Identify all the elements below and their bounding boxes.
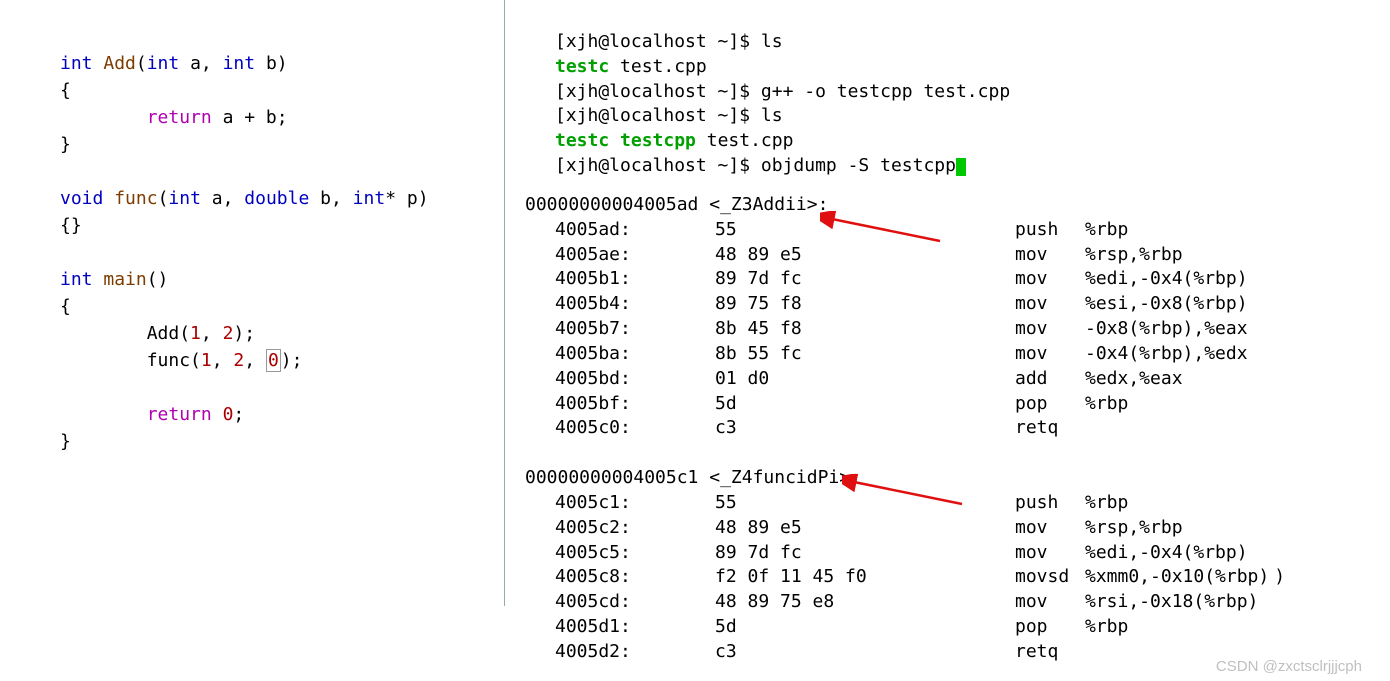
asm-row: 4005ad:55push%rbp — [525, 218, 1390, 243]
code-line — [60, 239, 504, 266]
code-line: } — [60, 428, 504, 455]
terminal-line: [xjh@localhost ~]$ ls — [555, 30, 1390, 55]
code-line: func(1, 2, 0); — [60, 347, 504, 374]
asm-row: 4005b1:89 7d fcmov%edi,-0x4(%rbp) — [525, 267, 1390, 292]
source-code: int Add(int a, int b){ return a + b;} vo… — [60, 50, 504, 455]
asm-row: 4005b4:89 75 f8mov%esi,-0x8(%rbp) — [525, 292, 1390, 317]
code-line: { — [60, 77, 504, 104]
code-line — [60, 374, 504, 401]
code-line: int main() — [60, 266, 504, 293]
terminal-line: testc test.cpp — [555, 55, 1390, 80]
disassembly-output: 00000000004005ad <_Z3Addii>:4005ad:55pus… — [525, 193, 1390, 665]
code-line: {} — [60, 212, 504, 239]
watermark-text: CSDN @zxctsclrjjjcph — [1216, 658, 1362, 675]
terminal-panel: [xjh@localhost ~]$ lstestc test.cpp[xjh@… — [505, 0, 1390, 665]
asm-section-header: 00000000004005ad <_Z3Addii>: — [525, 193, 1390, 218]
asm-row: 4005ba:8b 55 fcmov-0x4(%rbp),%edx — [525, 342, 1390, 367]
source-code-panel: int Add(int a, int b){ return a + b;} vo… — [0, 0, 505, 606]
asm-row: 4005b7:8b 45 f8mov-0x8(%rbp),%eax — [525, 317, 1390, 342]
main-container: int Add(int a, int b){ return a + b;} vo… — [0, 0, 1390, 665]
asm-row: 4005c8:f2 0f 11 45 f0movsd%xmm0,-0x10(%r… — [525, 565, 1390, 590]
terminal-line: [xjh@localhost ~]$ g++ -o testcpp test.c… — [555, 80, 1390, 105]
asm-row: 4005c0:c3retq — [525, 416, 1390, 441]
asm-row: 4005ae:48 89 e5mov%rsp,%rbp — [525, 243, 1390, 268]
asm-row: 4005c2:48 89 e5mov%rsp,%rbp — [525, 516, 1390, 541]
code-line: int Add(int a, int b) — [60, 50, 504, 77]
code-line: Add(1, 2); — [60, 320, 504, 347]
terminal-line: testc testcpp test.cpp — [555, 129, 1390, 154]
terminal-cursor — [956, 158, 966, 176]
terminal-session: [xjh@localhost ~]$ lstestc test.cpp[xjh@… — [525, 30, 1390, 179]
terminal-line: [xjh@localhost ~]$ objdump -S testcpp — [555, 154, 1390, 179]
code-line: void func(int a, double b, int* p) — [60, 185, 504, 212]
code-line: } — [60, 131, 504, 158]
asm-row: 4005bf:5dpop%rbp — [525, 392, 1390, 417]
asm-row: 4005bd:01 d0add%edx,%eax — [525, 367, 1390, 392]
code-line: return 0; — [60, 401, 504, 428]
asm-row: 4005cd:48 89 75 e8mov%rsi,-0x18(%rbp) — [525, 590, 1390, 615]
asm-row: 4005c5:89 7d fcmov%edi,-0x4(%rbp) — [525, 541, 1390, 566]
terminal-line: [xjh@localhost ~]$ ls — [555, 104, 1390, 129]
code-line — [60, 158, 504, 185]
asm-section-header: 00000000004005c1 <_Z4funcidPi>: — [525, 466, 1390, 491]
asm-row: 4005d1:5dpop%rbp — [525, 615, 1390, 640]
asm-row: 4005c1:55push%rbp — [525, 491, 1390, 516]
code-line: return a + b; — [60, 104, 504, 131]
code-line: { — [60, 293, 504, 320]
